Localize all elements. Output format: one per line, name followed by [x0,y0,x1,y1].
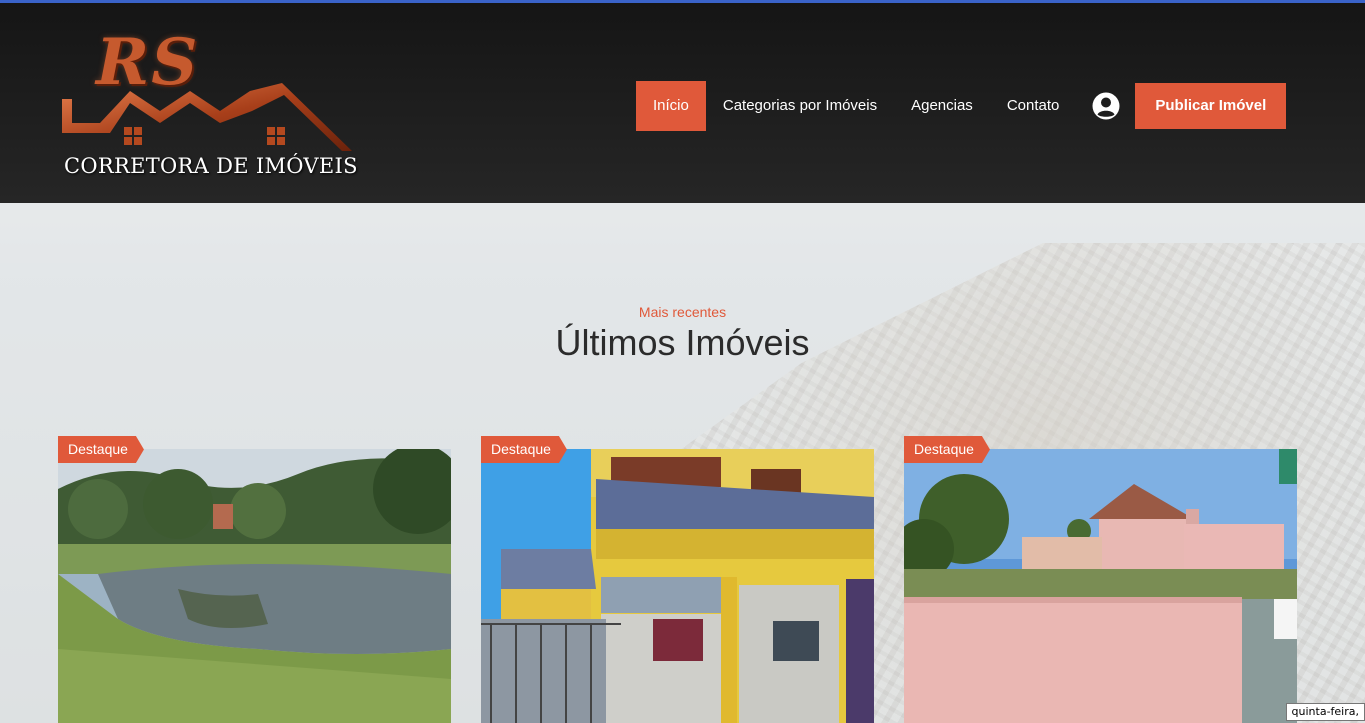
user-circle-icon[interactable] [1092,92,1120,120]
section-subtitle: Mais recentes [638,304,727,320]
nav-agencias[interactable]: Agencias [894,81,990,131]
property-card-2[interactable] [481,449,874,723]
section-title: Últimos Imóveis [555,322,810,363]
property-photo [481,449,874,723]
featured-badge: Destaque [58,436,144,463]
property-card-3[interactable] [904,449,1297,723]
site-header: RS CORRETORA DE IMÓVEIS Início Categoria… [0,3,1365,203]
featured-badge: Destaque [481,436,567,463]
property-card-1[interactable] [58,449,451,723]
featured-badge: Destaque [904,436,990,463]
nav-contato[interactable]: Contato [990,81,1077,131]
logo-roof-icon [62,83,352,151]
taskbar-clock: quinta-feira, [1285,703,1365,721]
nav-categorias[interactable]: Categorias por Imóveis [706,81,894,131]
main-nav: Início Categorias por Imóveis Agencias C… [636,81,1287,131]
site-logo[interactable]: RS CORRETORA DE IMÓVEIS [62,25,362,187]
nav-inicio[interactable]: Início [636,81,706,131]
publish-property-button[interactable]: Publicar Imóvel [1135,83,1287,129]
property-photo [58,449,451,723]
latest-properties-section: Mais recentes Últimos Imóveis Destaque D… [0,203,1365,723]
logo-tagline: CORRETORA DE IMÓVEIS [64,154,358,178]
property-photo [904,449,1297,723]
